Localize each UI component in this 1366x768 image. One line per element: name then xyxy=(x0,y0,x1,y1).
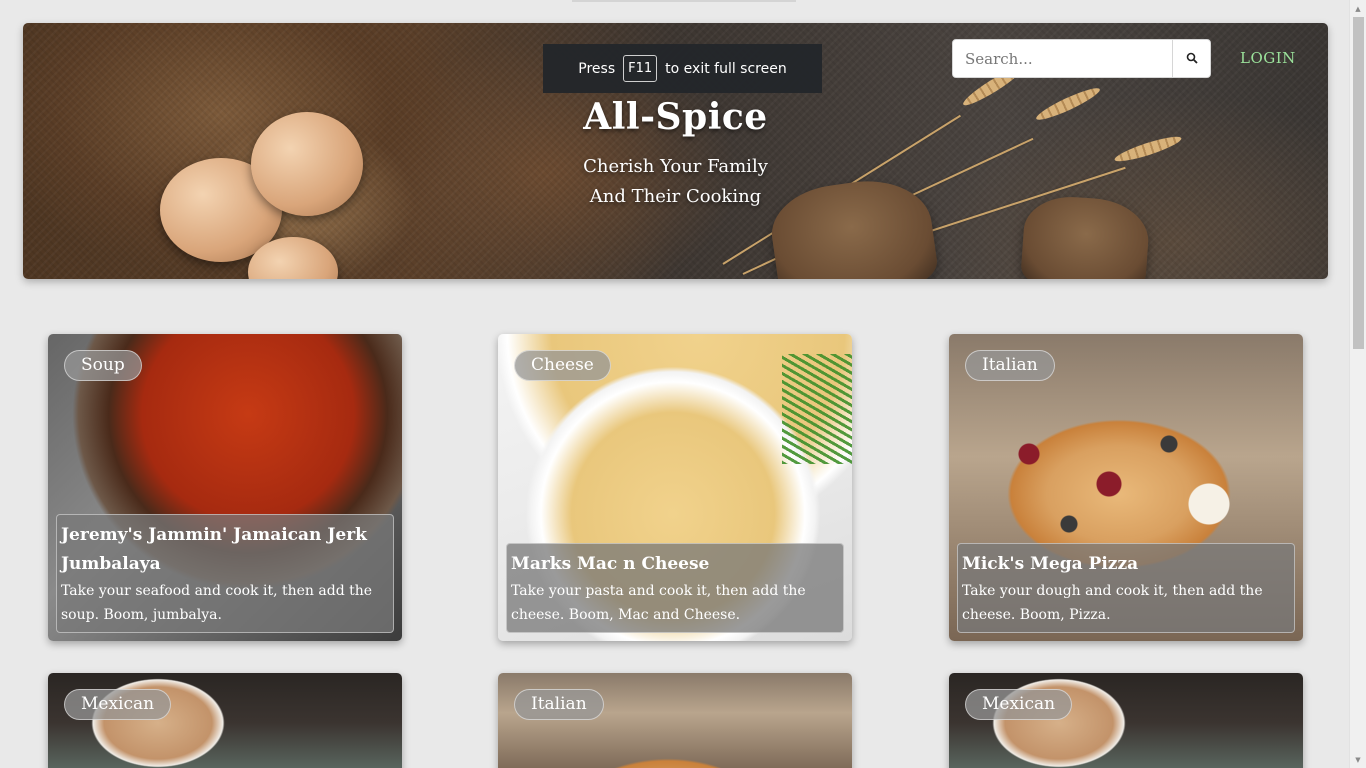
category-badge: Mexican xyxy=(64,689,172,720)
site-tagline: Cherish Your Family And Their Cooking xyxy=(23,152,1328,212)
search-button[interactable] xyxy=(1172,40,1210,77)
recipe-card[interactable]: Mexican xyxy=(48,673,402,768)
recipe-info: Marks Mac n Cheese Take your pasta and c… xyxy=(506,543,844,633)
recipe-description: Take your seafood and cook it, then add … xyxy=(61,583,373,623)
search-input[interactable] xyxy=(953,40,1172,77)
recipe-card[interactable]: Italian Mick's Mega Pizza Take your doug… xyxy=(949,334,1303,641)
recipe-info: Jeremy's Jammin' Jamaican Jerk Jumbalaya… xyxy=(56,514,394,633)
f11-key-badge: F11 xyxy=(623,55,658,82)
scroll-down-arrow-icon[interactable]: ▼ xyxy=(1350,751,1366,768)
recipe-card[interactable]: Mexican xyxy=(949,673,1303,768)
recipe-description: Take your dough and cook it, then add th… xyxy=(962,583,1263,623)
search-icon xyxy=(1186,49,1198,68)
fullscreen-message: to exit full screen xyxy=(665,60,787,77)
hero-banner: Press F11 to exit full screen All-Spice … xyxy=(23,23,1328,279)
site-title: All-Spice xyxy=(583,96,768,138)
recipe-card[interactable]: Cheese Marks Mac n Cheese Take your past… xyxy=(498,334,852,641)
fullscreen-press-text: Press xyxy=(578,60,616,77)
recipe-title: Jeremy's Jammin' Jamaican Jerk Jumbalaya xyxy=(61,525,367,574)
login-link[interactable]: LOGIN xyxy=(1240,49,1296,67)
recipe-description: Take your pasta and cook it, then add th… xyxy=(511,583,806,623)
vertical-scrollbar[interactable]: ▲ ▼ xyxy=(1349,0,1366,768)
recipe-title: Marks Mac n Cheese xyxy=(511,554,710,574)
recipe-card[interactable]: Italian xyxy=(498,673,852,768)
category-badge: Cheese xyxy=(514,350,611,381)
top-divider xyxy=(572,0,796,2)
recipe-image xyxy=(949,673,1303,768)
category-badge: Italian xyxy=(965,350,1055,381)
recipe-info: Mick's Mega Pizza Take your dough and co… xyxy=(957,543,1295,633)
recipe-image xyxy=(48,673,402,768)
category-badge: Mexican xyxy=(965,689,1073,720)
tagline-line-2: And Their Cooking xyxy=(589,186,762,207)
tagline-line-1: Cherish Your Family xyxy=(583,156,768,177)
recipe-image xyxy=(498,673,852,768)
category-badge: Italian xyxy=(514,689,604,720)
fullscreen-notice: Press F11 to exit full screen xyxy=(543,44,822,93)
search-bar xyxy=(952,39,1211,78)
scroll-up-arrow-icon[interactable]: ▲ xyxy=(1350,0,1366,17)
category-badge: Soup xyxy=(64,350,142,381)
recipe-card[interactable]: Soup Jeremy's Jammin' Jamaican Jerk Jumb… xyxy=(48,334,402,641)
scrollbar-thumb[interactable] xyxy=(1353,17,1364,349)
recipe-title: Mick's Mega Pizza xyxy=(962,554,1139,574)
